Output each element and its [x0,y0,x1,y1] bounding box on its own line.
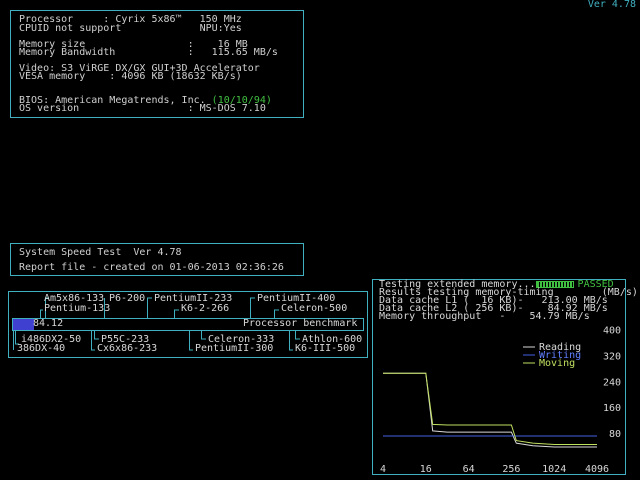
y-tick-label-320: 320 [603,351,621,362]
tick-k6-iii-500 [289,330,293,351]
y-tick-label-400: 400 [603,325,621,336]
ref-k6-iii-500: K6-III-500 [295,343,356,354]
tick-k6-2-266 [174,309,179,318]
ref-p6-200: P6-200 [109,293,146,304]
benchmark-panel: Am5x86-133 P6-200 PentiumII-233 PentiumI… [8,291,368,358]
report-file-line: Report file - created on 01-06-2013 02:3… [19,262,284,273]
cpuid-line: CPUID not support NPU:Yes [19,23,242,34]
x-tick-label-256: 256 [502,464,520,474]
memory-timing-chart: 801602403204004 16 64 256 1024 4096ReadingWri… [380,325,621,474]
series-line-moving [383,372,597,445]
memory-bandwidth-line: Memory Bandwidth : 115.65 MB/s [19,47,278,58]
y-tick-label-80: 80 [609,429,621,440]
tick-p55c [94,330,99,340]
tick-pentiumii-400 [250,297,255,318]
ref-pentium-133: Pentium-133 [44,303,111,314]
os-line: OS version : MS-DOS 7.10 [19,103,266,114]
tick-pentiumii-233 [147,297,152,318]
x-tick-label-64: 64 [463,464,475,474]
vesa-line: VESA memory : 4096 KB (18632 KB/s) [19,71,242,82]
y-tick-label-240: 240 [603,377,621,388]
ref-celeron-500: Celeron-500 [281,303,348,314]
version-label: Ver 4.78 [587,0,636,10]
x-tick-label-16: 16 [420,464,432,474]
x-tick-label-4096: 4096 [585,464,609,474]
memory-test-panel: Testing extended memory... PASSED Results… [372,279,638,475]
benchmark-label: Processor benchmark [243,318,358,329]
tick-celeron-333 [201,330,206,340]
x-tick-label-4: 4 [380,464,386,474]
benchmark-score: 84.12 [33,318,64,329]
y-tick-label-160: 160 [603,403,621,414]
ref-386dx-40: 386DX-40 [17,343,66,354]
tick-athlon-600 [295,330,300,340]
ref-cx6x86-233: Cx6x86-233 [97,343,158,354]
tick-celeron-500 [274,309,279,318]
x-tick-label-1024: 1024 [542,464,566,474]
ref-pentiumii-300: PentiumII-300 [195,343,274,354]
ref-k6-2-266: K6-2-266 [181,303,230,314]
speed-test-title: System Speed Test Ver 4.78 [19,247,182,258]
tick-pentium133 [40,309,43,318]
benchmark-bar-fill [13,319,34,330]
legend-label-moving: Moving [539,358,575,369]
system-info-panel: Processor : Cyrix 5x86™ 150 MHz CPUID no… [10,10,304,118]
benchmark-bar: 84.12 Processor benchmark [12,318,364,331]
tick-pentiumii-300 [189,330,193,351]
speed-test-panel: System Speed Test Ver 4.78 Report file -… [10,243,304,276]
tick-i486 [15,330,19,345]
